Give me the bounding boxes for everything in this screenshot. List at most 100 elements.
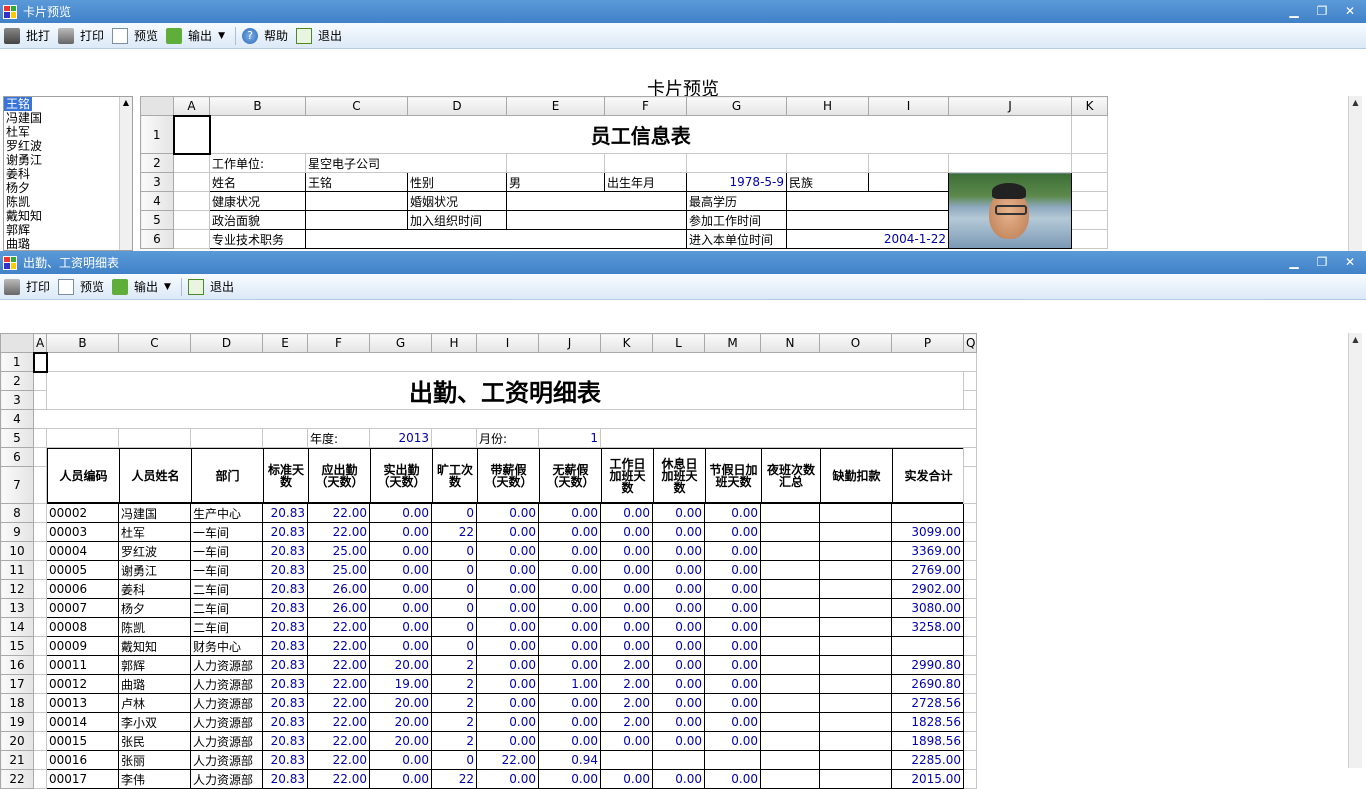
row-header[interactable]: 6 [140, 229, 174, 249]
column-header[interactable]: C [118, 333, 191, 353]
close-icon[interactable]: ✕ [1342, 3, 1358, 19]
row-header[interactable]: 12 [0, 579, 34, 599]
list-item[interactable]: 王铭 [4, 97, 32, 111]
row-header[interactable]: 5 [0, 428, 34, 448]
selected-cell[interactable] [32, 351, 48, 373]
column-header[interactable]: J [948, 96, 1072, 116]
column-header[interactable]: M [704, 333, 761, 353]
row-header[interactable]: 9 [0, 522, 34, 542]
row-header[interactable]: 13 [0, 598, 34, 618]
chevron-down-icon[interactable]: ▼ [218, 31, 225, 41]
column-header[interactable]: B [209, 96, 306, 116]
row-header[interactable]: 7 [0, 466, 34, 504]
selected-cell[interactable] [172, 114, 211, 155]
list-item[interactable]: 杜军 [4, 125, 132, 139]
column-header[interactable]: L [652, 333, 705, 353]
column-header[interactable]: I [868, 96, 949, 116]
table-cell: 2728.56 [891, 693, 964, 713]
column-header[interactable]: J [538, 333, 601, 353]
list-item[interactable]: 陈凯 [4, 195, 132, 209]
exit-button[interactable]: 退出 [294, 25, 348, 47]
row-header[interactable]: 1 [0, 352, 34, 372]
minimize-icon[interactable]: ▁ [1286, 254, 1302, 270]
table-cell: 00014 [46, 712, 119, 732]
row-header[interactable]: 21 [0, 750, 34, 770]
help-button[interactable]: ? 帮助 [240, 25, 294, 47]
row-header[interactable]: 2 [0, 371, 34, 391]
list-item[interactable]: 戴知知 [4, 209, 132, 223]
column-header[interactable]: K [600, 333, 653, 353]
row-header[interactable]: 19 [0, 712, 34, 732]
card-vertical-scrollbar[interactable]: ▲ [1348, 96, 1362, 251]
column-header[interactable]: D [190, 333, 263, 353]
column-header[interactable]: F [604, 96, 687, 116]
scroll-up-icon[interactable]: ▲ [1349, 333, 1362, 347]
row-header[interactable]: 15 [0, 636, 34, 656]
sheet-corner[interactable] [0, 333, 34, 353]
list-item[interactable]: 杨夕 [4, 181, 132, 195]
column-header[interactable]: D [407, 96, 507, 116]
batch-print-button[interactable]: 批打 [2, 25, 56, 47]
row-header[interactable]: 5 [140, 210, 174, 230]
row-header[interactable]: 4 [140, 191, 174, 211]
print-button[interactable]: 打印 [56, 25, 110, 47]
column-header[interactable]: I [476, 333, 539, 353]
preview-button[interactable]: 预览 [56, 276, 110, 298]
row-header[interactable]: 6 [0, 446, 34, 468]
column-header[interactable]: E [262, 333, 308, 353]
list-item[interactable]: 郭辉 [4, 223, 132, 237]
column-header[interactable]: K [1071, 96, 1108, 116]
column-header[interactable]: B [46, 333, 119, 353]
list-item[interactable]: 曲璐 [4, 237, 132, 250]
column-header[interactable]: H [431, 333, 477, 353]
list-scrollbar[interactable]: ▲ [119, 97, 132, 250]
restore-icon[interactable]: ❐ [1314, 254, 1330, 270]
cell [190, 428, 263, 448]
column-header[interactable]: F [307, 333, 370, 353]
export-button[interactable]: 输出 ▼ [110, 276, 177, 298]
column-header[interactable]: O [819, 333, 892, 353]
column-header[interactable]: P [891, 333, 964, 353]
row-header[interactable]: 11 [0, 560, 34, 580]
row-header[interactable]: 22 [0, 769, 34, 789]
exit-button[interactable]: 退出 [186, 276, 240, 298]
column-header[interactable]: H [786, 96, 869, 116]
column-header[interactable]: E [506, 96, 605, 116]
list-item[interactable]: 姜科 [4, 167, 132, 181]
export-button[interactable]: 输出 ▼ [164, 25, 231, 47]
column-header[interactable]: A [33, 333, 47, 353]
list-item[interactable]: 冯建国 [4, 111, 132, 125]
list-item[interactable]: 罗红波 [4, 139, 132, 153]
cell [963, 446, 977, 468]
preview-button[interactable]: 预览 [110, 25, 164, 47]
row-header[interactable]: 17 [0, 674, 34, 694]
report-vertical-scrollbar[interactable]: ▲ [1348, 333, 1362, 768]
row-header[interactable]: 18 [0, 693, 34, 713]
row-header[interactable]: 3 [0, 390, 34, 410]
row-header[interactable]: 2 [140, 153, 174, 173]
row-header[interactable]: 14 [0, 617, 34, 637]
row-header[interactable]: 16 [0, 655, 34, 675]
row-header[interactable]: 4 [0, 409, 34, 429]
table-cell: 李伟 [118, 769, 191, 789]
column-header[interactable]: C [305, 96, 408, 116]
list-item[interactable]: 谢勇江 [4, 153, 132, 167]
row-header[interactable]: 3 [140, 172, 174, 192]
column-header[interactable]: A [173, 96, 210, 116]
employee-list[interactable]: 王铭 冯建国 杜军 罗红波 谢勇江 姜科 杨夕 陈凯 戴知知 郭辉 曲璐 ▲ [3, 96, 133, 251]
chevron-down-icon[interactable]: ▼ [164, 282, 171, 292]
scroll-up-icon[interactable]: ▲ [1349, 96, 1362, 110]
column-header[interactable]: Q [963, 333, 977, 353]
row-header[interactable]: 1 [140, 115, 174, 154]
row-header[interactable]: 8 [0, 503, 34, 523]
column-header[interactable]: N [760, 333, 820, 353]
column-header[interactable]: G [686, 96, 787, 116]
column-header[interactable]: G [369, 333, 432, 353]
restore-icon[interactable]: ❐ [1314, 3, 1330, 19]
sheet-corner[interactable] [140, 96, 174, 116]
close-icon[interactable]: ✕ [1342, 254, 1358, 270]
minimize-icon[interactable]: ▁ [1286, 3, 1302, 19]
row-header[interactable]: 20 [0, 731, 34, 751]
print-button[interactable]: 打印 [2, 276, 56, 298]
row-header[interactable]: 10 [0, 541, 34, 561]
